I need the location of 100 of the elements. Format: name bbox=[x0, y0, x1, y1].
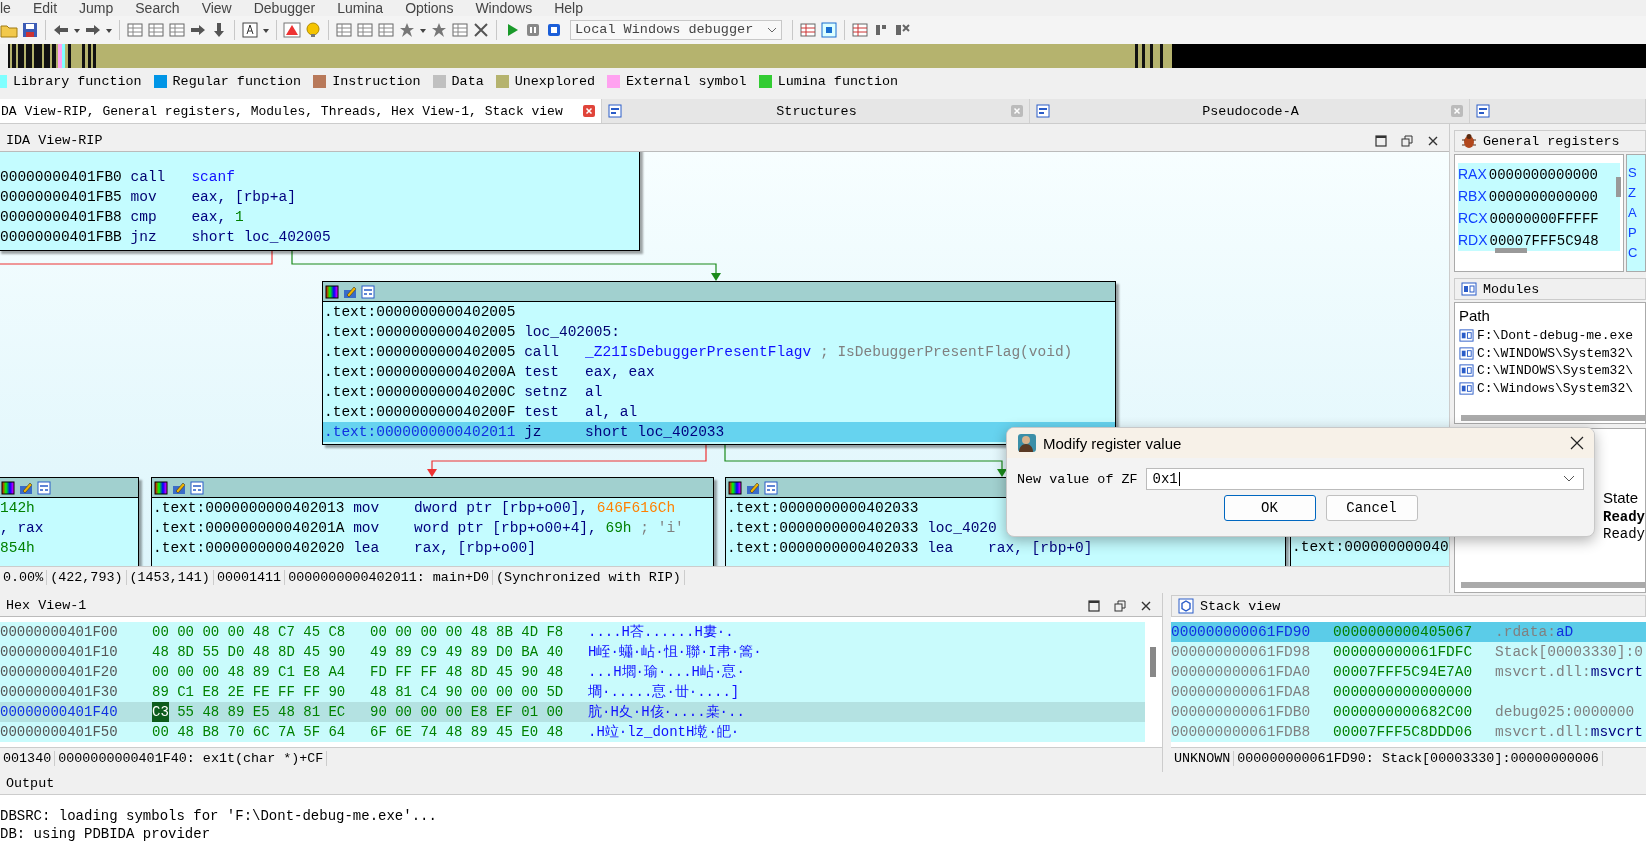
code-line: 00000000401FB0 call scanf bbox=[0, 168, 235, 188]
ascii-text: H峌·蠨·岾·怚·聯·I帇·篙· bbox=[588, 643, 762, 663]
palette-icon[interactable] bbox=[154, 480, 168, 495]
menu-item[interactable]: View bbox=[201, 0, 232, 16]
module-path[interactable]: C:\Windows\System32\ bbox=[1477, 380, 1633, 396]
module-path[interactable]: C:\WINDOWS\System32\ bbox=[1477, 363, 1633, 379]
module-path[interactable]: C:\WINDOWS\System32\ bbox=[1477, 345, 1633, 361]
tab[interactable]: Pseudocode-A bbox=[1030, 99, 1470, 124]
hex-bytes: 89 C1 E8 2E FE FF FF 90 bbox=[152, 683, 346, 703]
menu-item[interactable]: Edit bbox=[32, 0, 58, 16]
window-icon bbox=[1036, 104, 1050, 119]
code-line: .text:000000000040200F test al, al bbox=[323, 403, 638, 423]
hex-bytes: 90 00 00 00 E8 EF 01 00 bbox=[370, 703, 565, 723]
graph-icon[interactable] bbox=[190, 480, 204, 495]
table-icon[interactable] bbox=[377, 20, 395, 39]
stack-address: 000000000061FD90 bbox=[1171, 623, 1312, 643]
scrollbar-thumb[interactable] bbox=[1461, 582, 1645, 589]
bulb-icon[interactable] bbox=[304, 20, 322, 39]
bug-icon bbox=[1461, 133, 1477, 150]
restore-icon[interactable] bbox=[1401, 134, 1413, 147]
pencil-icon[interactable] bbox=[343, 284, 357, 299]
menu-item[interactable]: Jump bbox=[79, 0, 114, 16]
log-line: DB: using PDBIDA provider bbox=[0, 825, 212, 843]
warning-icon[interactable] bbox=[283, 20, 301, 39]
ascii-text: 肮·H夊·H侅·....桒·.. bbox=[588, 703, 745, 723]
register-row: RDX 00007FFF5C948 bbox=[1458, 229, 1620, 252]
code-line: 142h bbox=[0, 499, 35, 519]
stack-comment: Stack[00003330]:0 bbox=[1495, 643, 1643, 663]
cursor-byte[interactable]: C3 bbox=[152, 702, 169, 723]
log-line: DBSRC: loading symbols for 'F:\Dont-debug-me.exe'... bbox=[0, 807, 438, 825]
code-line: .text:0000000000402033 loc_4020 bbox=[726, 519, 997, 539]
legend-label: Data bbox=[451, 74, 484, 89]
status-field: 00001411 bbox=[213, 569, 286, 585]
code-line: 00000000401FBB jnz short loc_402005 bbox=[0, 228, 331, 248]
close-icon[interactable] bbox=[1570, 436, 1584, 450]
pencil-icon[interactable] bbox=[19, 480, 33, 495]
code-line: .text:0000000000402005 bbox=[323, 303, 517, 323]
column-header[interactable]: Path bbox=[1459, 305, 1641, 328]
flag-name: C bbox=[1627, 244, 1639, 263]
table-icon[interactable] bbox=[356, 20, 374, 39]
hex-grid-icon[interactable] bbox=[147, 20, 165, 39]
legend-label: Instruction bbox=[332, 74, 421, 89]
pencil-icon[interactable] bbox=[746, 480, 760, 495]
scrollbar-thumb[interactable] bbox=[1495, 248, 1527, 254]
graph-icon[interactable] bbox=[764, 480, 778, 495]
pencil-icon[interactable] bbox=[172, 480, 186, 495]
graph-icon[interactable] bbox=[361, 284, 375, 299]
restore-icon[interactable] bbox=[1114, 599, 1126, 612]
menu-item[interactable]: Search bbox=[135, 0, 180, 16]
column-header[interactable]: State bbox=[1603, 487, 1645, 510]
save-icon[interactable] bbox=[21, 20, 39, 39]
hex-address: 00000000401F50 bbox=[0, 723, 119, 743]
tab[interactable]: DA View-RIP, General registers, Modules, Threads, Hex View-1, Stack view bbox=[0, 99, 602, 124]
stack-address: 000000000061FDA8 bbox=[1171, 683, 1312, 703]
menu-item[interactable]: Lumina bbox=[337, 0, 384, 16]
hex-bytes: 00 00 00 00 48 8B 4D F8 bbox=[370, 623, 565, 643]
menu-item[interactable]: le bbox=[0, 0, 11, 16]
stack-value: 0000000000000000 bbox=[1333, 683, 1474, 703]
stack-address: 000000000061FDB0 bbox=[1171, 703, 1312, 723]
menu-item[interactable]: Debugger bbox=[253, 0, 316, 16]
status-field: 0000000000401F40: ex1t(char *)+CF bbox=[55, 750, 328, 766]
module-icon bbox=[1459, 328, 1474, 344]
menu-item[interactable]: Help bbox=[554, 0, 583, 16]
status-field: 0000000000402011: main+D0 bbox=[285, 569, 494, 585]
dialog-button[interactable]: Cancel bbox=[1325, 495, 1418, 521]
scrollbar-thumb[interactable] bbox=[1461, 415, 1645, 422]
menu-item[interactable]: Windows bbox=[475, 0, 533, 16]
close-icon[interactable] bbox=[1427, 134, 1439, 147]
close-icon[interactable] bbox=[472, 20, 490, 39]
table-icon[interactable] bbox=[335, 20, 353, 39]
flag-name: A bbox=[1627, 204, 1638, 223]
palette-icon[interactable] bbox=[1, 480, 15, 495]
code-line: .text:0000000000402005 call _Z21IsDebuggerPresentFlagv ; IsDebuggerPresentFlag(void) bbox=[323, 343, 1073, 363]
palette-icon[interactable] bbox=[728, 480, 742, 495]
hex-address: 00000000401F40 bbox=[0, 703, 119, 723]
text-frame-icon[interactable] bbox=[241, 20, 259, 39]
palette-icon[interactable] bbox=[325, 284, 339, 299]
stack-value: 0000000000682C00 bbox=[1333, 703, 1474, 723]
flag-name: S bbox=[1627, 164, 1638, 183]
caret-icon bbox=[1563, 475, 1575, 483]
scrollbar-thumb[interactable] bbox=[1150, 647, 1156, 678]
status-field: (Synchronized with RIP) bbox=[493, 569, 685, 585]
close-icon[interactable] bbox=[1140, 599, 1152, 612]
maximize-icon[interactable] bbox=[1375, 134, 1387, 147]
hex-bytes: 00 48 B8 70 6C 7A 5F 64 bbox=[152, 723, 346, 743]
hex-grid-icon[interactable] bbox=[126, 20, 144, 39]
dialog-button[interactable]: OK bbox=[1223, 495, 1316, 521]
tab[interactable]: Structures bbox=[602, 99, 1030, 124]
hex-bytes: FD FF FF 48 8D 45 90 48 bbox=[370, 663, 565, 683]
code-line: .text:0000000000402033 lea rax, [rbp+0] bbox=[726, 539, 1093, 559]
debugger-dropdown[interactable]: Local Windows debugger bbox=[570, 19, 782, 40]
list-icon[interactable] bbox=[851, 20, 869, 39]
value-field[interactable]: 0x1 bbox=[1145, 468, 1584, 490]
scrollbar-thumb[interactable] bbox=[1616, 177, 1621, 198]
menu-item[interactable]: Options bbox=[405, 0, 454, 16]
module-path[interactable]: F:\Dont-debug-me.exe bbox=[1477, 328, 1633, 344]
modules-icon bbox=[1461, 281, 1477, 298]
maximize-icon[interactable] bbox=[1088, 599, 1100, 612]
graph-icon[interactable] bbox=[37, 480, 51, 495]
hex-bytes: 55 48 89 E5 48 81 EC bbox=[177, 703, 346, 723]
